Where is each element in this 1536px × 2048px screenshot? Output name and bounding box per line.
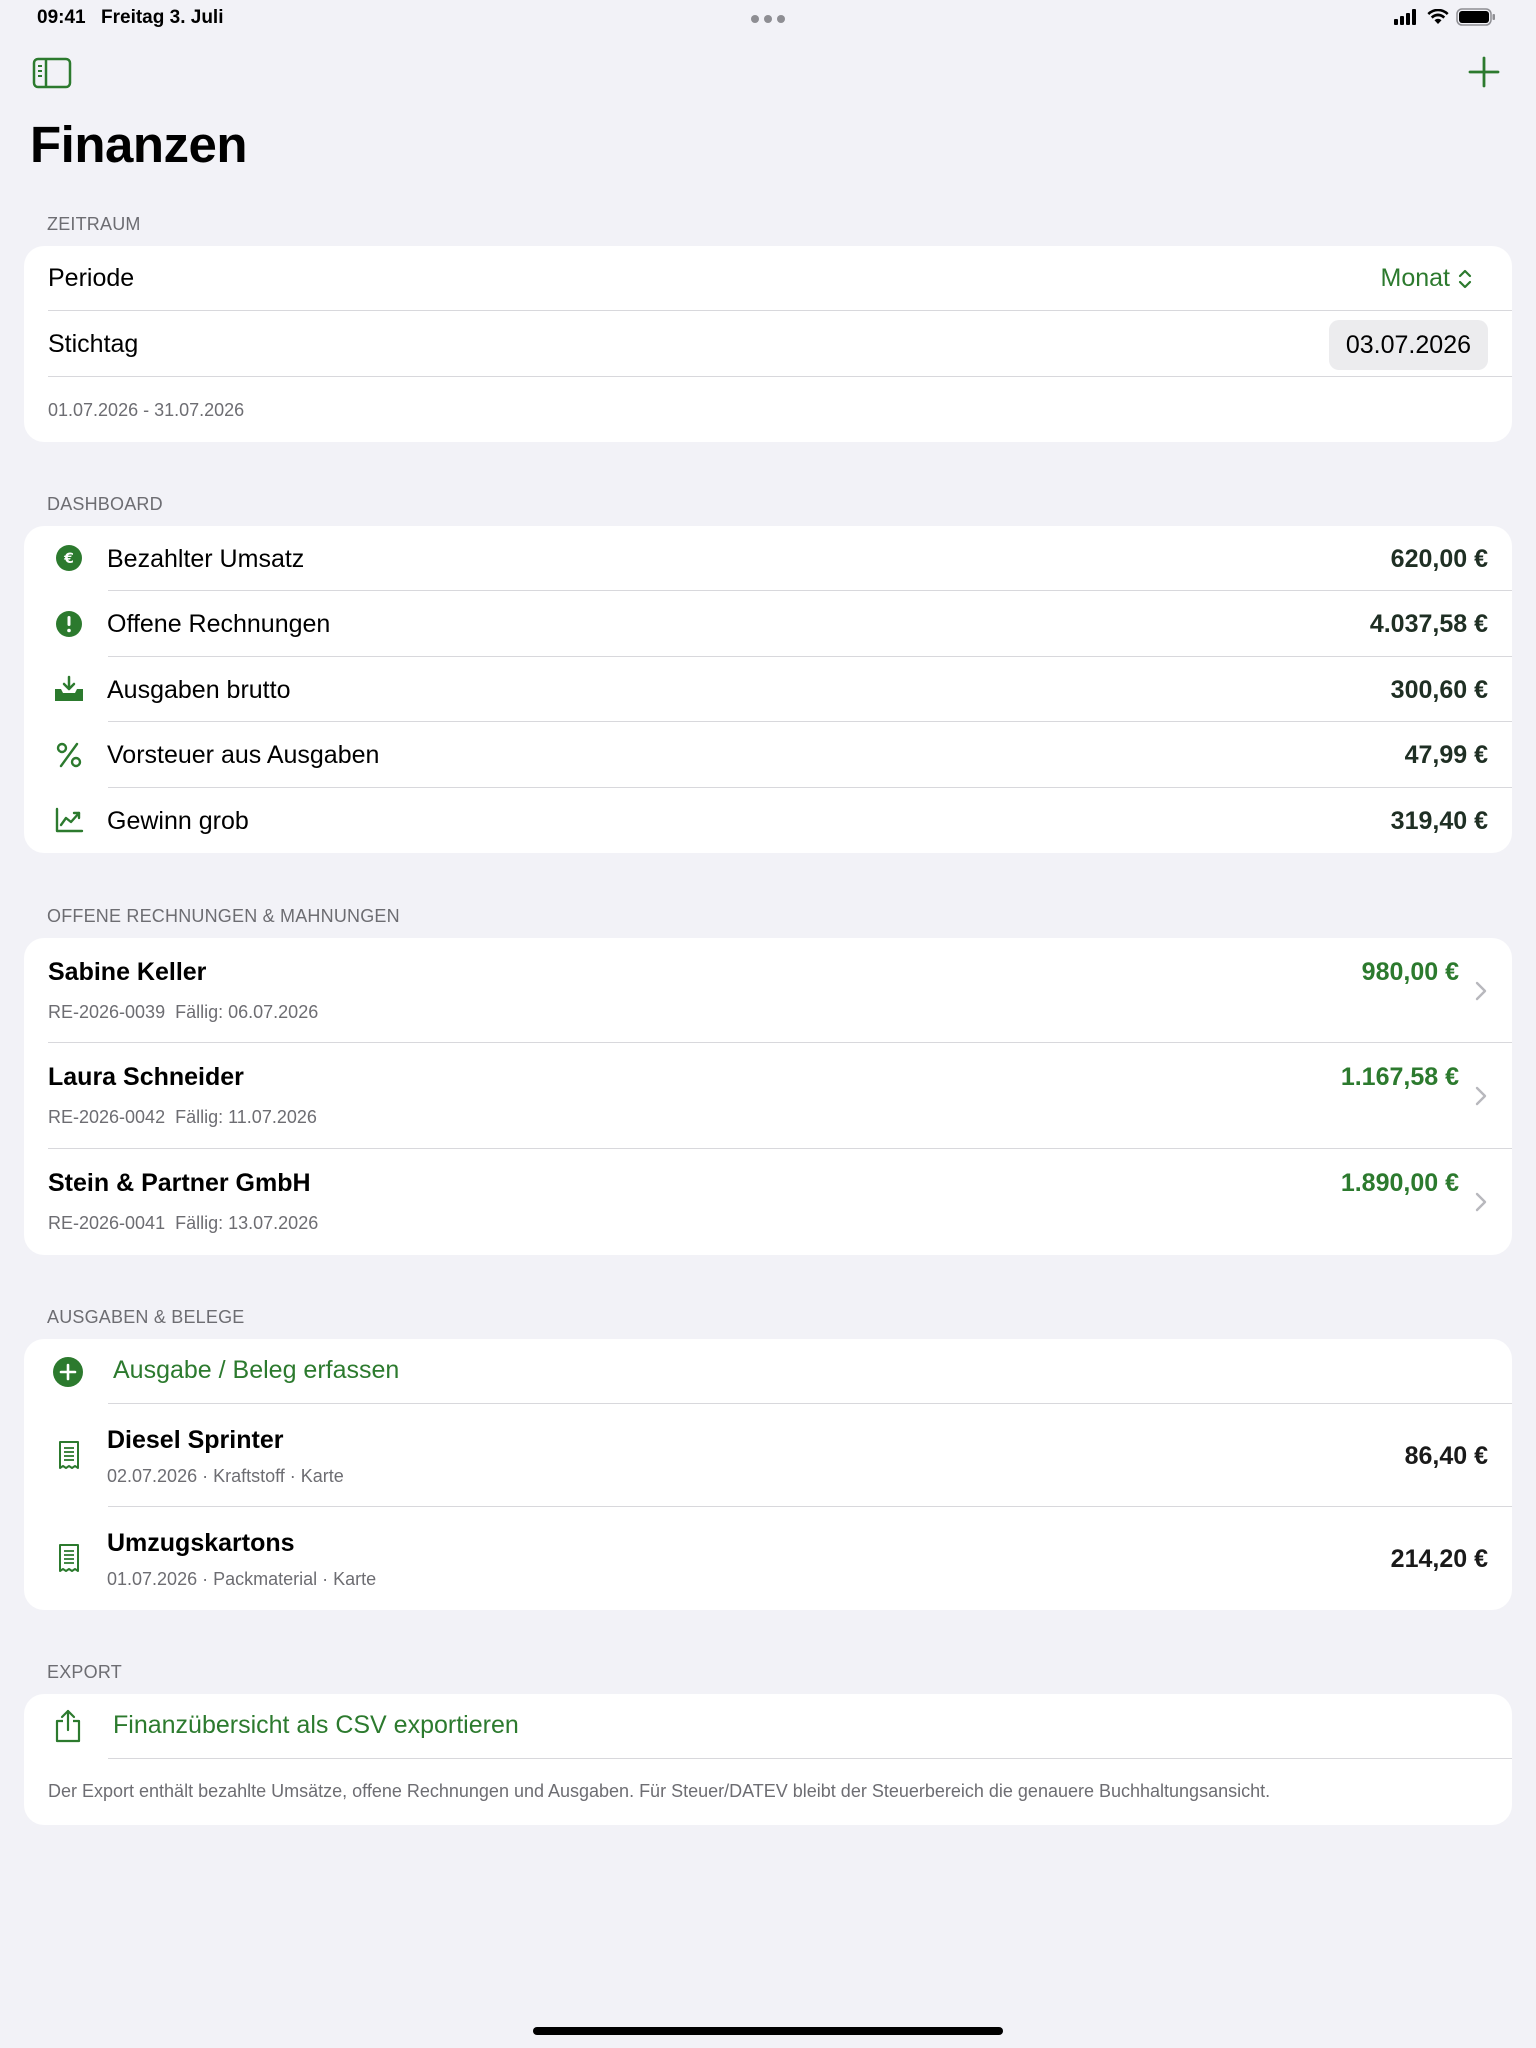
expense-name: Diesel Sprinter <box>107 1426 284 1454</box>
export-note-row: Der Export enthält bezahlte Umsätze, off… <box>24 1759 1512 1825</box>
receipt-icon <box>53 1542 85 1574</box>
invoices-card: Sabine Keller RE-2026-0039 Fällig: 06.07… <box>24 938 1512 1255</box>
euro-circle-icon: € <box>53 542 85 574</box>
periode-picker[interactable]: Monat <box>1381 246 1472 311</box>
dashboard-value: 47,99 € <box>1404 741 1488 769</box>
add-expense-label[interactable]: Ausgabe / Beleg erfassen <box>113 1356 399 1385</box>
chevron-right-icon <box>1475 1192 1487 1212</box>
periode-label: Periode <box>48 264 135 292</box>
invoice-meta: RE-2026-0039 Fällig: 06.07.2026 <box>48 1002 318 1023</box>
status-bar: 09:41 Freitag 3. Juli <box>0 0 1536 36</box>
chevron-up-down-icon <box>1458 269 1472 288</box>
plus-icon <box>1468 56 1500 88</box>
receipt-icon <box>53 1439 85 1471</box>
invoice-number: RE-2026-0039 <box>48 1002 166 1022</box>
dashboard-card: € Bezahlter Umsatz 620,00 € Offene Rechn… <box>24 526 1512 853</box>
dashboard-label: Vorsteuer aus Ausgaben <box>107 741 380 769</box>
status-time: 09:41 <box>37 7 86 28</box>
expense-name: Umzugskartons <box>107 1529 295 1557</box>
periode-row[interactable]: Periode Monat <box>24 246 1512 311</box>
invoice-meta: RE-2026-0042 Fällig: 11.07.2026 <box>48 1107 317 1128</box>
invoice-amount: 1.890,00 € <box>1340 1169 1459 1197</box>
cellular-signal-icon <box>1394 9 1416 25</box>
dashboard-value: 300,60 € <box>1390 676 1488 704</box>
invoice-row[interactable]: Laura Schneider RE-2026-0042 Fällig: 11.… <box>24 1043 1512 1149</box>
invoice-due: Fällig: 13.07.2026 <box>175 1213 319 1233</box>
page-title: Finanzen <box>30 116 248 173</box>
stichtag-label: Stichtag <box>48 330 139 358</box>
invoice-customer: Laura Schneider <box>48 1063 244 1091</box>
expense-row[interactable]: Umzugskartons 01.07.2026 · Packmaterial … <box>24 1507 1512 1610</box>
sidebar-toggle-button[interactable] <box>32 56 72 90</box>
dashboard-value: 4.037,58 € <box>1369 610 1488 638</box>
expense-amount: 86,40 € <box>1404 1442 1488 1470</box>
add-expense-button[interactable]: Ausgabe / Beleg erfassen <box>24 1339 1512 1404</box>
chevron-right-icon <box>1475 981 1487 1001</box>
share-icon <box>52 1709 84 1743</box>
sidebar-toggle-icon <box>32 57 72 89</box>
invoice-row[interactable]: Sabine Keller RE-2026-0039 Fällig: 06.07… <box>24 938 1512 1043</box>
invoice-due: Fällig: 06.07.2026 <box>175 1002 319 1022</box>
plus-circle-icon <box>52 1356 84 1388</box>
expense-meta: 01.07.2026 · Packmaterial · Karte <box>107 1569 377 1589</box>
dashboard-value: 319,40 € <box>1390 807 1488 835</box>
expense-meta: 02.07.2026 · Kraftstoff · Karte <box>107 1466 344 1486</box>
export-csv-label[interactable]: Finanzübersicht als CSV exportieren <box>113 1711 519 1740</box>
export-card: Finanzübersicht als CSV exportieren Der … <box>24 1694 1512 1825</box>
stichtag-date-picker[interactable]: 03.07.2026 <box>1328 320 1488 370</box>
periode-value: Monat <box>1380 264 1450 292</box>
section-header-dashboard: DASHBOARD <box>47 494 163 514</box>
multitasking-dots-icon[interactable] <box>751 15 785 23</box>
stichtag-row: Stichtag 03.07.2026 <box>24 311 1512 377</box>
dashboard-label: Offene Rechnungen <box>107 610 331 638</box>
section-header-invoices: OFFENE RECHNUNGEN & MAHNUNGEN <box>47 906 400 926</box>
export-csv-button[interactable]: Finanzübersicht als CSV exportieren <box>24 1694 1512 1759</box>
chart-line-icon <box>53 804 85 836</box>
range-row: 01.07.2026 - 31.07.2026 <box>24 377 1512 442</box>
dashboard-label: Ausgaben brutto <box>107 676 291 704</box>
exclamation-circle-icon <box>53 608 85 640</box>
section-header-expenses: AUSGABEN & BELEGE <box>47 1307 245 1327</box>
dashboard-label: Gewinn grob <box>107 807 249 835</box>
dashboard-row-umsatz: € Bezahlter Umsatz 620,00 € <box>24 526 1512 591</box>
tray-download-icon <box>53 673 85 705</box>
invoice-number: RE-2026-0042 <box>48 1107 166 1127</box>
finance-screen: 09:41 Freitag 3. Juli Finanzen ZEITRAUM … <box>0 0 1536 2048</box>
section-header-export: EXPORT <box>47 1662 122 1682</box>
dashboard-row-offene: Offene Rechnungen 4.037,58 € <box>24 591 1512 657</box>
dashboard-row-vorsteuer: Vorsteuer aus Ausgaben 47,99 € <box>24 722 1512 788</box>
percent-icon <box>53 739 85 771</box>
invoice-due: Fällig: 11.07.2026 <box>175 1107 317 1127</box>
expense-amount: 214,20 € <box>1390 1545 1488 1573</box>
status-date: Freitag 3. Juli <box>101 7 224 28</box>
svg-text:€: € <box>63 551 74 567</box>
expenses-card: Ausgabe / Beleg erfassen Diesel Sprinter… <box>24 1339 1512 1610</box>
expense-row[interactable]: Diesel Sprinter 02.07.2026 · Kraftstoff … <box>24 1404 1512 1507</box>
dashboard-row-ausgaben: Ausgaben brutto 300,60 € <box>24 657 1512 722</box>
chevron-right-icon <box>1475 1086 1487 1106</box>
dashboard-value: 620,00 € <box>1390 545 1488 573</box>
invoice-amount: 1.167,58 € <box>1340 1063 1459 1091</box>
date-range-text: 01.07.2026 - 31.07.2026 <box>48 400 245 420</box>
battery-icon <box>1456 8 1495 26</box>
section-header-zeitraum: ZEITRAUM <box>47 214 141 234</box>
invoice-customer: Sabine Keller <box>48 958 207 986</box>
invoice-customer: Stein & Partner GmbH <box>48 1169 311 1197</box>
wifi-icon <box>1427 9 1449 24</box>
invoice-amount: 980,00 € <box>1361 958 1459 986</box>
invoice-row[interactable]: Stein & Partner GmbH RE-2026-0041 Fällig… <box>24 1149 1512 1255</box>
invoice-meta: RE-2026-0041 Fällig: 13.07.2026 <box>48 1213 318 1234</box>
add-button[interactable] <box>1466 54 1502 90</box>
zeitraum-card: Periode Monat Stichtag 03.07.2026 01.07.… <box>24 246 1512 442</box>
invoice-number: RE-2026-0041 <box>48 1213 166 1233</box>
export-note: Der Export enthält bezahlte Umsätze, off… <box>48 1781 1271 1801</box>
status-icons <box>1394 8 1496 26</box>
home-indicator[interactable] <box>533 2027 1003 2035</box>
dashboard-row-gewinn: Gewinn grob 319,40 € <box>24 788 1512 853</box>
dashboard-label: Bezahlter Umsatz <box>107 545 305 573</box>
